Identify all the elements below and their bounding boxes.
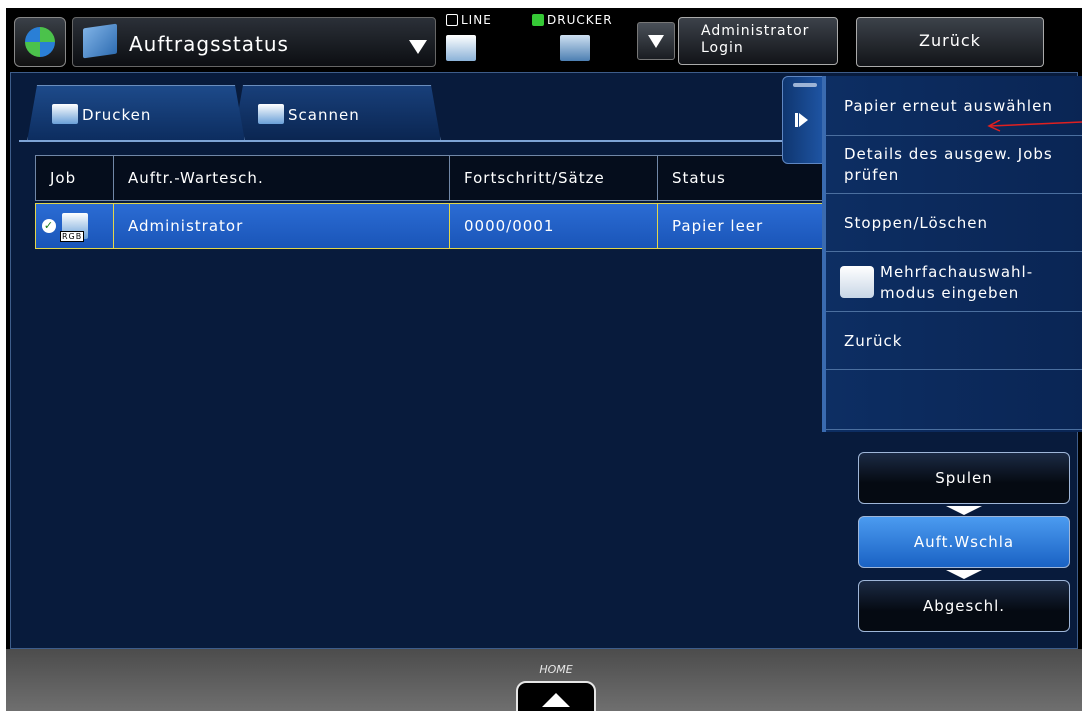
printer-device-icon xyxy=(560,35,590,61)
column-header-queue[interactable]: Auftr.-Wartesch. xyxy=(114,156,450,200)
drag-handle-icon xyxy=(793,83,817,87)
check-icon: ✓ xyxy=(42,219,56,233)
progress-cell: 0000/0001 xyxy=(450,204,658,248)
empty-item xyxy=(826,370,1082,430)
printer-icon xyxy=(52,104,78,124)
job-status-icon[interactable] xyxy=(14,17,66,67)
job-cell: ✓ RGB xyxy=(36,204,114,248)
down-arrow-icon xyxy=(946,506,982,515)
queue-cell: Administrator xyxy=(114,204,450,248)
line-indicator: LINE xyxy=(446,13,506,69)
checkbox-icon xyxy=(446,14,458,26)
down-arrow-icon xyxy=(946,570,982,579)
tab-scannen[interactable]: Scannen xyxy=(233,85,441,142)
mode-label: Auftragsstatus xyxy=(129,32,289,56)
admin-login-button[interactable]: Administrator Login xyxy=(678,17,838,65)
completed-button[interactable]: Abgeschl. xyxy=(858,580,1070,632)
job-queue-button[interactable]: Auft.Wschla xyxy=(858,516,1070,568)
multi-select-label: Mehrfachauswahl- modus eingeben xyxy=(880,263,1034,302)
refresh-arrows-icon xyxy=(25,27,55,57)
back-button-top[interactable]: Zurück xyxy=(856,17,1044,67)
home-label: HOME xyxy=(539,663,573,676)
collapse-arrow-icon xyxy=(795,113,808,127)
mode-select[interactable]: Auftragsstatus xyxy=(72,17,436,67)
spool-button[interactable]: Spulen xyxy=(858,452,1070,504)
screen: Auftragsstatus LINE DRUCKER Administrato… xyxy=(6,8,1082,711)
column-header-progress[interactable]: Fortschritt/Sätze xyxy=(450,156,658,200)
multi-select-item[interactable]: Mehrfachauswahl- modus eingeben xyxy=(826,252,1082,312)
tab-divider xyxy=(19,140,834,142)
stop-delete-item[interactable]: Stoppen/Löschen xyxy=(826,194,1082,252)
column-header-job[interactable]: Job xyxy=(36,156,114,200)
device-dropdown-button[interactable] xyxy=(637,22,675,60)
checkbox-icon xyxy=(840,266,874,298)
tab-label: Scannen xyxy=(288,106,360,124)
line-device-icon xyxy=(446,35,476,61)
printer-label: DRUCKER xyxy=(547,13,613,27)
back-item[interactable]: Zurück xyxy=(826,312,1082,370)
status-cell: Papier leer xyxy=(672,217,764,235)
scanner-icon xyxy=(258,104,284,124)
tab-label: Drucken xyxy=(82,106,152,124)
checked-box-icon xyxy=(532,14,544,26)
job-details-item[interactable]: Details des ausgew. Jobs prüfen xyxy=(826,136,1082,194)
printer-indicator: DRUCKER xyxy=(532,13,636,69)
table-row[interactable]: ✓ RGB Administrator 0000/0001 Papier lee… xyxy=(35,203,831,249)
bottom-bar: HOME xyxy=(6,649,1082,711)
side-panel-toggle[interactable] xyxy=(782,76,826,164)
annotation-arrow-icon xyxy=(987,120,1082,132)
home-button[interactable] xyxy=(516,681,596,711)
envelope-icon xyxy=(83,23,117,59)
top-bar: Auftragsstatus LINE DRUCKER Administrato… xyxy=(6,8,1082,72)
table-header: Job Auftr.-Wartesch. Fortschritt/Sätze S… xyxy=(35,155,831,201)
chevron-down-icon xyxy=(409,40,427,54)
job-tag: RGB xyxy=(60,231,85,242)
tab-drucken[interactable]: Drucken xyxy=(27,85,245,142)
line-label: LINE xyxy=(461,13,492,27)
